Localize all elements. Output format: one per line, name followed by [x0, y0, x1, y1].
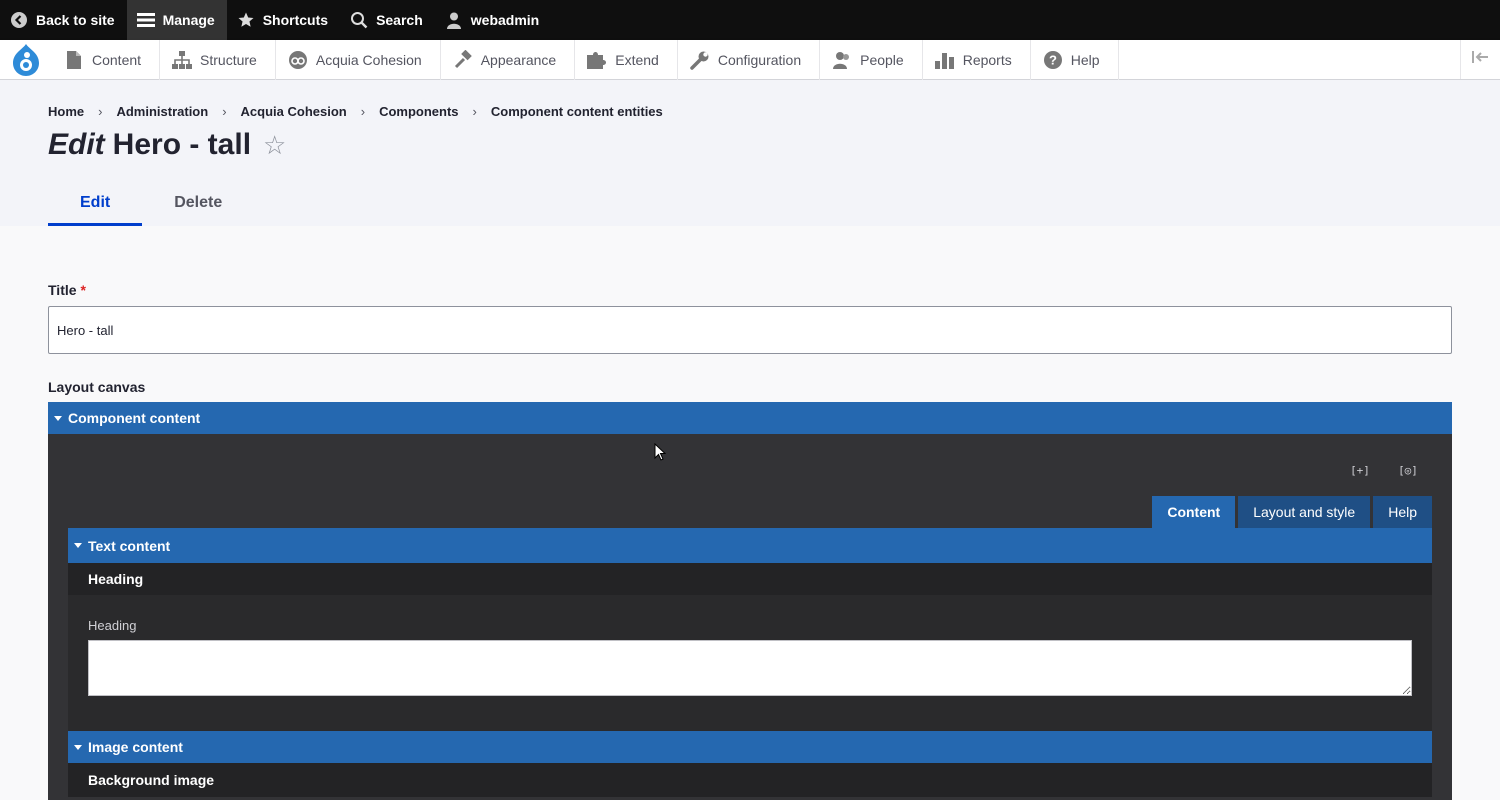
component-tabs: Content Layout and style Help: [1149, 496, 1432, 528]
title-label: Title *: [48, 282, 86, 298]
component-content-toggle[interactable]: Component content: [48, 402, 1452, 434]
collapse-triangle-icon: [54, 415, 62, 421]
tray-item-configuration[interactable]: Configuration: [678, 40, 821, 80]
manage-tab[interactable]: Manage: [126, 0, 227, 40]
tab-help[interactable]: Help: [1373, 496, 1432, 528]
structure-icon: [172, 50, 193, 70]
breadcrumb-separator: ›: [222, 104, 227, 119]
tray-item-appearance[interactable]: Appearance: [441, 40, 576, 80]
tray-item-content[interactable]: Content: [52, 40, 161, 80]
mouse-cursor-icon: [654, 442, 667, 466]
breadcrumb-link[interactable]: Components: [379, 104, 458, 119]
cohesion-icon: [288, 50, 308, 70]
collapse-tray-button[interactable]: [1460, 40, 1500, 79]
tray-item-label: Configuration: [717, 52, 802, 68]
collapse-triangle-icon: [74, 543, 82, 548]
user-tab[interactable]: webadmin: [435, 0, 551, 40]
required-marker: *: [80, 282, 86, 298]
tray-item-label: Content: [92, 52, 142, 68]
background-image-section-header: Background image: [68, 763, 1432, 797]
tray-item-label: People: [860, 52, 904, 68]
primary-tabs: Edit Delete: [48, 184, 254, 226]
user-icon: [445, 11, 463, 29]
tab-delete[interactable]: Delete: [142, 184, 254, 226]
breadcrumb-separator: ›: [472, 104, 477, 119]
title-input[interactable]: Hero - tall: [48, 306, 1452, 354]
hammer-icon: [453, 50, 473, 70]
tray-item-label: Structure: [200, 52, 257, 68]
tray-item-help[interactable]: ? Help: [1031, 40, 1119, 80]
layout-canvas-label: Layout canvas: [48, 379, 146, 395]
admin-toolbar: Back to site Manage Shortcuts Search web…: [0, 0, 1500, 40]
tray-item-label: Reports: [962, 52, 1012, 68]
drupal-logo[interactable]: [0, 40, 52, 80]
puzzle-icon: [587, 50, 607, 70]
tab-edit[interactable]: Edit: [48, 184, 143, 226]
page-title-prefix: Edit: [48, 128, 105, 161]
user-label: webadmin: [470, 12, 540, 28]
tray-item-structure[interactable]: Structure: [160, 40, 276, 80]
star-icon: [237, 11, 255, 29]
tray-item-label: Appearance: [480, 52, 557, 68]
tray-item-label: Acquia Cohesion: [315, 52, 422, 68]
text-content-toggle[interactable]: Text content: [68, 528, 1432, 563]
admin-tray: Content Structure Acquia Cohesion Appear…: [0, 40, 1500, 80]
svg-text:?: ?: [1049, 53, 1057, 68]
back-to-site-link[interactable]: Back to site: [0, 0, 127, 40]
breadcrumb-link[interactable]: Home: [48, 104, 84, 119]
tray-item-extend[interactable]: Extend: [575, 40, 678, 80]
shortcut-star-icon[interactable]: ☆: [263, 130, 286, 161]
heading-field-label: Heading: [88, 618, 137, 633]
component-content-label: Component content: [68, 410, 201, 426]
search-icon: [350, 11, 368, 29]
breadcrumb: Home › Administration › Acquia Cohesion …: [48, 104, 663, 119]
breadcrumb-link[interactable]: Component content entities: [491, 104, 663, 119]
breadcrumb-separator: ›: [360, 104, 366, 119]
breadcrumb-link[interactable]: Administration: [116, 104, 208, 119]
preview-icon[interactable]: [◎]: [1398, 460, 1418, 480]
file-icon: [64, 50, 84, 70]
wrench-icon: [690, 50, 710, 70]
tray-item-acquia-cohesion[interactable]: Acquia Cohesion: [276, 40, 441, 80]
tab-content[interactable]: Content: [1152, 496, 1236, 528]
manage-label: Manage: [162, 12, 215, 28]
heading-input[interactable]: [88, 640, 1412, 696]
collapse-triangle-icon: [74, 744, 82, 750]
menu-icon: [136, 11, 155, 29]
back-to-site-label: Back to site: [36, 12, 115, 28]
shortcuts-label: Shortcuts: [262, 12, 329, 28]
reports-icon: [934, 50, 955, 70]
collapse-icon: [1471, 50, 1490, 69]
text-content-label: Text content: [88, 537, 171, 554]
image-content-label: Image content: [88, 739, 183, 755]
expand-icon[interactable]: [+]: [1350, 460, 1370, 480]
page-title: Edit Hero - tall ☆: [48, 128, 286, 162]
breadcrumb-link[interactable]: Acquia Cohesion: [241, 104, 347, 119]
search-label: Search: [376, 12, 423, 28]
breadcrumb-separator: ›: [98, 104, 103, 119]
shortcuts-tab[interactable]: Shortcuts: [227, 0, 340, 40]
page-title-text: Hero - tall: [112, 128, 252, 161]
tray-item-label: Extend: [615, 52, 659, 68]
page-header: Home › Administration › Acquia Cohesion …: [0, 80, 1500, 226]
heading-section-header: Heading: [68, 563, 1432, 595]
help-icon: ?: [1043, 50, 1063, 70]
people-icon: [832, 50, 852, 70]
tab-layout-and-style[interactable]: Layout and style: [1238, 496, 1371, 528]
back-arrow-icon: [10, 11, 28, 29]
image-content-toggle[interactable]: Image content: [68, 731, 1432, 763]
tray-item-label: Help: [1070, 52, 1100, 68]
search-tab[interactable]: Search: [340, 0, 435, 40]
title-label-text: Title: [48, 282, 77, 298]
tray-item-reports[interactable]: Reports: [923, 40, 1031, 80]
tray-item-people[interactable]: People: [820, 40, 923, 80]
